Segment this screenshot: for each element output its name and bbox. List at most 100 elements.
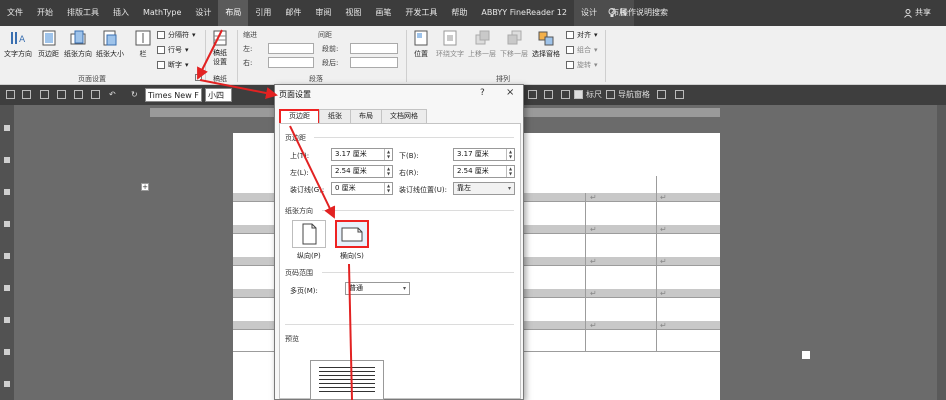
- indent-heading: 缩进: [243, 31, 257, 39]
- chevron-down-icon: ▾: [185, 61, 189, 69]
- save-icon[interactable]: [40, 90, 49, 99]
- send-backward-icon: [507, 30, 522, 45]
- spinner-icon[interactable]: ▲ ▼: [506, 149, 514, 160]
- gutter-position-select[interactable]: 靠左 ▾: [453, 182, 515, 195]
- open-icon[interactable]: [6, 90, 15, 99]
- spinner-icon[interactable]: ▲ ▼: [506, 166, 514, 177]
- top-margin-input[interactable]: 3.17 厘米 ▲ ▼: [331, 148, 393, 161]
- top-margin-label: 上(T):: [290, 152, 310, 160]
- dialog-tabs: 页边距 纸张 布局 文档网格: [279, 109, 427, 123]
- tab-dialog-layout[interactable]: 布局: [350, 109, 382, 123]
- size-button[interactable]: 纸张大小: [96, 29, 124, 59]
- tab-document-grid[interactable]: 文档网格: [381, 109, 427, 123]
- space-after-label: 段后:: [322, 59, 339, 67]
- checklist-icon[interactable]: [675, 90, 684, 99]
- text-tool-icon[interactable]: [528, 90, 537, 99]
- table-resize-handle[interactable]: [802, 351, 810, 359]
- format-painter-icon[interactable]: [57, 90, 66, 99]
- position-button[interactable]: 位置: [412, 29, 430, 59]
- paragraph-mark: ↵: [590, 257, 597, 266]
- left-margin-label: 左(L):: [290, 169, 309, 177]
- bottom-margin-input[interactable]: 3.17 厘米 ▲ ▼: [453, 148, 515, 161]
- doc-icon[interactable]: [544, 90, 553, 99]
- bring-forward-button[interactable]: 上移一层: [468, 29, 496, 59]
- tab-view[interactable]: 视图: [338, 0, 368, 26]
- line-numbers-button[interactable]: 行号 ▾: [157, 45, 189, 55]
- share-button[interactable]: 共享: [904, 0, 931, 26]
- wrap-text-button[interactable]: 环绕文字: [436, 29, 464, 59]
- crop-icon[interactable]: [561, 90, 570, 99]
- navigation-pane-label: 导航窗格: [618, 90, 650, 99]
- columns-button[interactable]: 栏: [134, 29, 152, 59]
- chevron-down-icon: ▾: [402, 285, 406, 292]
- separator: [406, 30, 407, 82]
- manuscript-settings-button[interactable]: 稿纸 设置: [211, 29, 229, 67]
- breaks-button[interactable]: 分隔符 ▾: [157, 30, 196, 40]
- redo-icon[interactable]: ↻: [131, 85, 138, 105]
- tab-layout[interactable]: 布局: [218, 0, 249, 26]
- tab-references[interactable]: 引用: [248, 0, 278, 26]
- line-numbers-icon: [157, 46, 165, 54]
- left-margin-input[interactable]: 2.54 厘米 ▲ ▼: [331, 165, 393, 178]
- gutter-input[interactable]: 0 厘米 ▲ ▼: [331, 182, 393, 195]
- tab-insert[interactable]: 插入: [106, 0, 136, 26]
- right-margin-input[interactable]: 2.54 厘米 ▲ ▼: [453, 165, 515, 178]
- undo-icon[interactable]: ↶: [109, 85, 116, 105]
- tab-layout-tools[interactable]: 排版工具: [60, 0, 106, 26]
- dialog-title: 页面设置: [279, 90, 311, 99]
- tab-design[interactable]: 设计: [188, 0, 218, 26]
- landscape-button[interactable]: [335, 220, 369, 248]
- menu-bar: 文件 开始 排版工具 插入 MathType 设计 布局 引用 邮件 审阅 视图…: [0, 0, 946, 26]
- tab-abbyy[interactable]: ABBYY FineReader 12: [474, 0, 574, 26]
- tell-me-search[interactable]: 操作说明搜索: [608, 0, 668, 26]
- selection-pane-button[interactable]: 选择窗格: [532, 29, 560, 59]
- multiple-pages-select[interactable]: 普通 ▾: [345, 282, 410, 295]
- person-icon: [904, 8, 912, 18]
- section-divider: [322, 272, 514, 273]
- rotate-button[interactable]: 旋转 ▾: [566, 60, 598, 70]
- page-setup-launcher[interactable]: [195, 74, 202, 81]
- spinner-icon[interactable]: ▲ ▼: [384, 183, 392, 194]
- spinner-icon[interactable]: ▲ ▼: [384, 166, 392, 177]
- portrait-button[interactable]: [292, 220, 326, 248]
- table-icon[interactable]: [657, 90, 666, 99]
- text-direction-button[interactable]: A 文字方向: [4, 29, 32, 59]
- indent-right-input[interactable]: [268, 57, 314, 68]
- group-button[interactable]: 组合 ▾: [566, 45, 598, 55]
- new-icon[interactable]: [22, 90, 31, 99]
- tab-table-design[interactable]: 设计: [574, 0, 604, 26]
- orientation-button[interactable]: 纸张方向: [64, 29, 92, 59]
- margins-button[interactable]: 页边距: [38, 29, 59, 59]
- align-button[interactable]: 对齐 ▾: [566, 30, 598, 40]
- send-backward-button[interactable]: 下移一层: [500, 29, 528, 59]
- tab-mailings[interactable]: 邮件: [278, 0, 308, 26]
- tab-developer[interactable]: 开发工具: [398, 0, 444, 26]
- tab-mathtype[interactable]: MathType: [136, 0, 188, 26]
- space-before-input[interactable]: [350, 43, 398, 54]
- tab-margins[interactable]: 页边距: [279, 109, 320, 123]
- help-icon[interactable]: ?: [480, 88, 485, 98]
- navigation-checkbox[interactable]: [606, 90, 615, 99]
- space-after-input[interactable]: [350, 57, 398, 68]
- spinner-icon[interactable]: ▲ ▼: [384, 149, 392, 160]
- tab-draw[interactable]: 画笔: [368, 0, 398, 26]
- close-icon[interactable]: ×: [506, 87, 514, 98]
- tab-review[interactable]: 审阅: [308, 0, 338, 26]
- print-icon[interactable]: [74, 90, 83, 99]
- indent-left-input[interactable]: [268, 43, 314, 54]
- tab-home[interactable]: 开始: [30, 0, 60, 26]
- table-move-handle-icon[interactable]: +: [141, 183, 149, 191]
- preview-icon[interactable]: [91, 90, 100, 99]
- font-name-box[interactable]: Times New F: [145, 88, 202, 102]
- tab-paper[interactable]: 纸张: [319, 109, 351, 123]
- vertical-scrollbar[interactable]: [937, 105, 946, 400]
- text-direction-label: 文字方向: [4, 50, 32, 58]
- group-label: 组合: [577, 46, 591, 54]
- dialog-body: 页边距 上(T): 3.17 厘米 ▲ ▼ 下(B): 3.17 厘米 ▲ ▼ 左(L)…: [279, 123, 521, 400]
- font-size-box[interactable]: 小四: [205, 88, 232, 102]
- ruler-checkbox[interactable]: [574, 90, 583, 99]
- vertical-ruler[interactable]: [0, 105, 14, 400]
- tab-file[interactable]: 文件: [0, 0, 30, 26]
- hyphenation-button[interactable]: 断字 ▾: [157, 60, 189, 70]
- tab-help[interactable]: 帮助: [444, 0, 474, 26]
